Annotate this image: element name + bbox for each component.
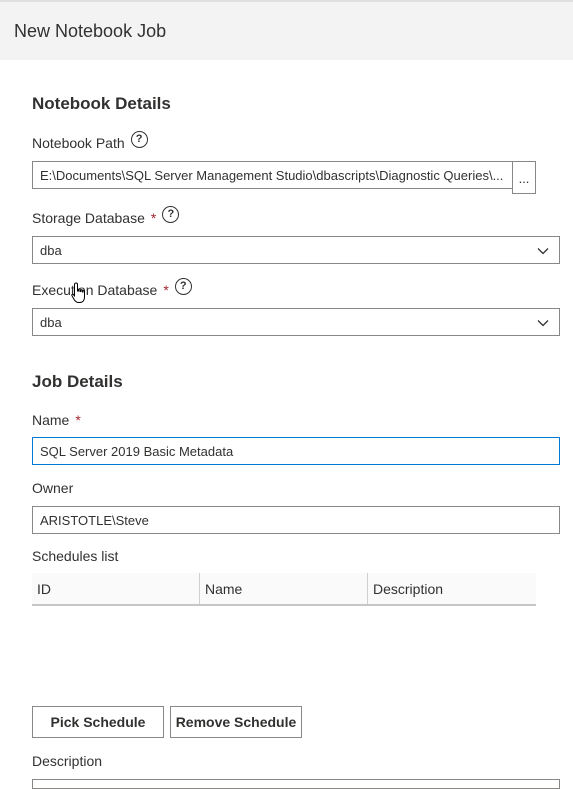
- question-circle-icon[interactable]: ?: [130, 131, 148, 148]
- job-name-input[interactable]: SQL Server 2019 Basic Metadata: [32, 437, 560, 465]
- name-label: Name: [32, 412, 70, 428]
- required-mark: *: [163, 281, 169, 298]
- owner-label: Owner: [32, 480, 74, 496]
- description-input[interactable]: [32, 779, 560, 789]
- storage-database-value: dba: [40, 242, 62, 258]
- notebook-path-input[interactable]: E:\Documents\SQL Server Management Studi…: [32, 161, 513, 189]
- question-circle-icon[interactable]: ?: [174, 278, 192, 295]
- description-label: Description: [32, 753, 103, 769]
- notebook-path-label-row: Notebook Path ?: [32, 131, 148, 151]
- execution-database-select[interactable]: dba: [32, 308, 560, 336]
- storage-database-select[interactable]: dba: [32, 236, 560, 264]
- storage-database-label-row: Storage Database * ?: [32, 206, 180, 226]
- storage-database-label: Storage Database: [32, 209, 145, 226]
- execution-database-label: Execution Database: [32, 281, 158, 298]
- required-mark: *: [75, 412, 81, 428]
- pick-schedule-button[interactable]: Pick Schedule: [32, 706, 164, 738]
- notebook-path-label: Notebook Path: [32, 134, 125, 151]
- chevron-down-icon: [537, 248, 549, 255]
- owner-input[interactable]: ARISTOTLE\Steve: [32, 506, 560, 534]
- chevron-down-icon: [537, 320, 549, 327]
- dialog-header: New Notebook Job: [0, 2, 573, 60]
- question-circle-icon[interactable]: ?: [162, 206, 180, 223]
- schedules-list-label: Schedules list: [32, 548, 119, 564]
- notebook-details-heading: Notebook Details: [32, 94, 171, 113]
- column-header-description[interactable]: Description: [367, 573, 536, 604]
- job-name-value: SQL Server 2019 Basic Metadata: [40, 443, 234, 459]
- execution-database-label-row: Execution Database * ?: [32, 278, 192, 298]
- column-header-name[interactable]: Name: [199, 573, 367, 604]
- execution-database-value: dba: [40, 314, 62, 330]
- owner-value: ARISTOTLE\Steve: [40, 512, 149, 528]
- remove-schedule-button[interactable]: Remove Schedule: [170, 706, 302, 738]
- browse-notebook-button[interactable]: ...: [512, 161, 536, 194]
- dialog-title: New Notebook Job: [14, 21, 167, 41]
- browse-label: ...: [518, 171, 530, 186]
- required-mark: *: [150, 209, 157, 226]
- hand-pointer-icon: [71, 282, 85, 303]
- name-label-row: Name *: [32, 412, 81, 428]
- schedules-grid-header: ID Name Description: [32, 573, 536, 606]
- notebook-path-value: E:\Documents\SQL Server Management Studi…: [40, 167, 504, 183]
- job-details-heading: Job Details: [32, 372, 123, 391]
- column-header-id[interactable]: ID: [32, 573, 199, 604]
